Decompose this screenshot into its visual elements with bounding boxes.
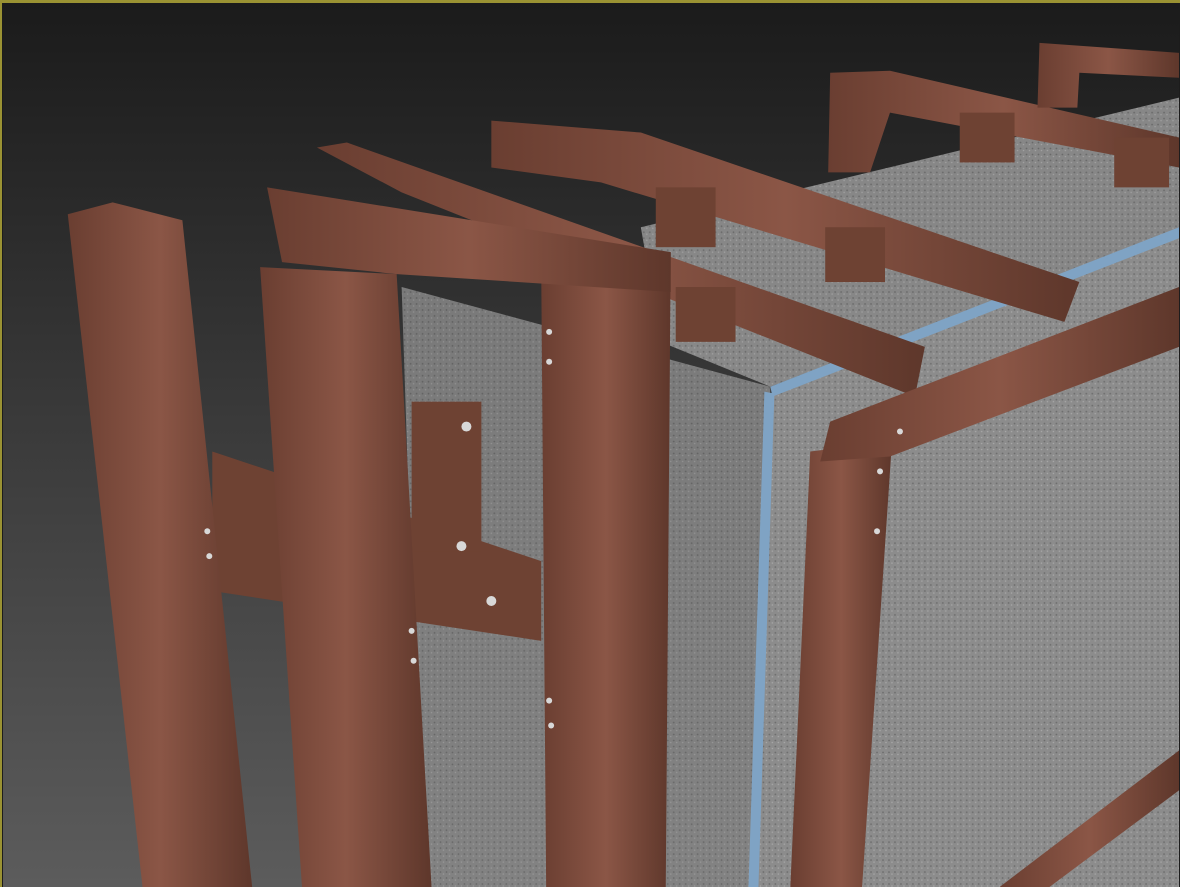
viewport-render — [2, 3, 1180, 887]
3d-viewport[interactable] — [0, 0, 1180, 887]
